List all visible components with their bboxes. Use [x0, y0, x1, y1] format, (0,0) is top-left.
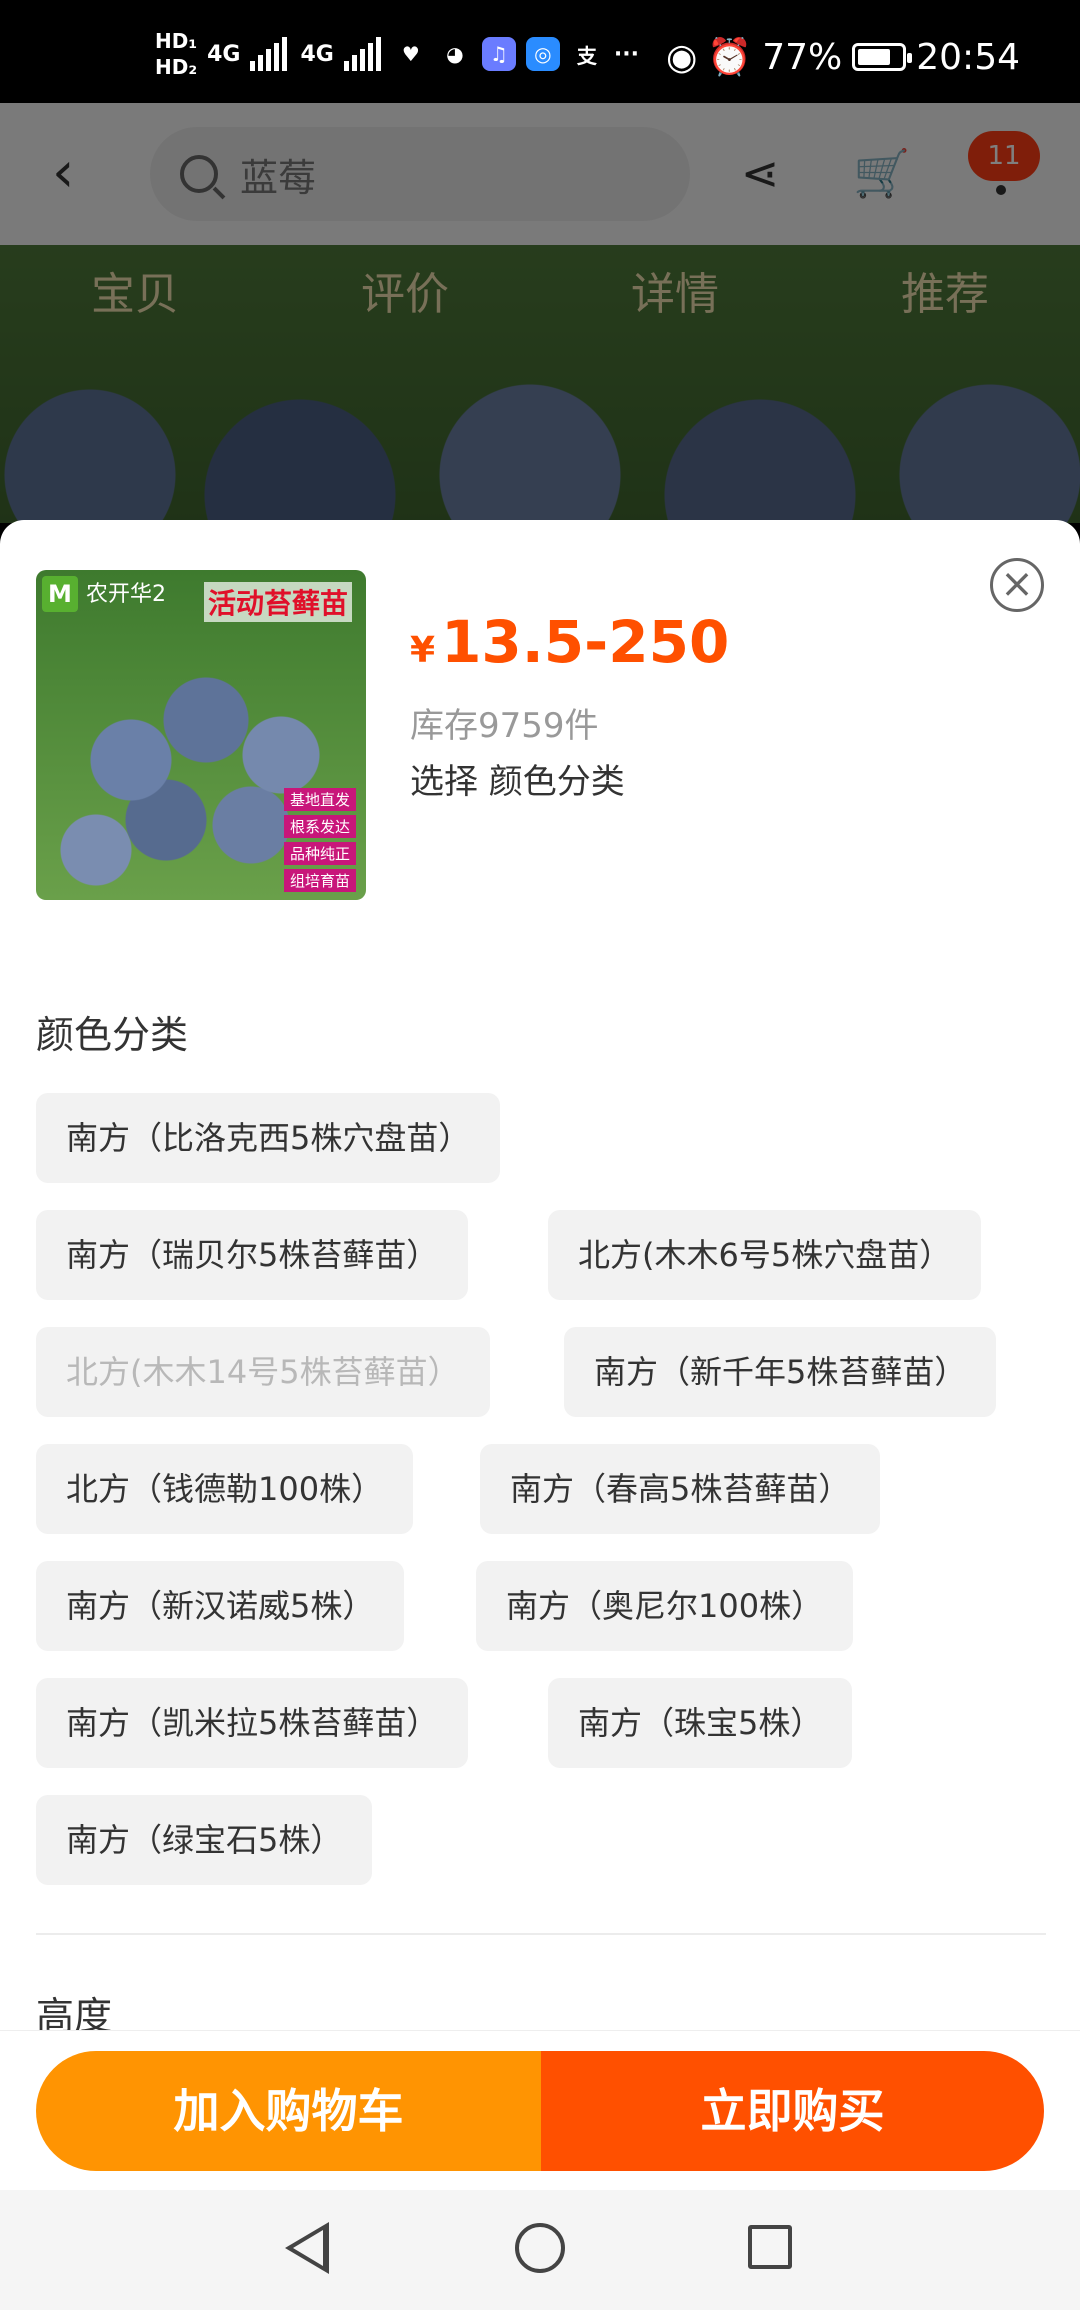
stock-count: 库存9759件 — [410, 706, 599, 746]
battery-percent: 77% — [762, 36, 843, 78]
buy-now-button[interactable]: 立即购买 — [541, 2051, 1044, 2171]
wechat-icon: ◕ — [446, 42, 464, 66]
hd2-label: HD₂ — [155, 55, 198, 79]
system-nav-bar — [0, 2190, 1080, 2310]
promo-label: 活动苔藓苗 — [203, 582, 352, 622]
color-option[interactable]: 南方（比洛克西5株穴盘苗） — [36, 1093, 501, 1183]
network-label-1: 4G — [207, 41, 241, 67]
feature-item: 组培育苗 — [283, 869, 356, 892]
nav-back-icon[interactable] — [285, 2222, 329, 2274]
signal-icon-2 — [343, 37, 384, 71]
network-label-2: 4G — [300, 41, 334, 67]
color-option[interactable]: 南方（奥尼尔100株） — [476, 1561, 854, 1651]
color-option[interactable]: 南方（凯米拉5株苔藓苗） — [36, 1678, 469, 1768]
alarm-icon: ⏰ — [707, 37, 753, 78]
color-option[interactable]: 南方（新汉诺威5株） — [36, 1561, 405, 1651]
color-option[interactable]: 北方（钱德勒100株） — [36, 1444, 414, 1534]
product-thumbnail[interactable]: M 农开华2 活动苔藓苗 基地直发 根系发达 品种纯正 组培育苗 — [36, 570, 366, 900]
brand-name: 农开华2 — [86, 582, 166, 607]
close-button[interactable]: × — [990, 558, 1044, 612]
feature-checklist: 基地直发 根系发达 品种纯正 组培育苗 — [283, 788, 356, 892]
color-option[interactable]: 南方（绿宝石5株） — [36, 1795, 373, 1885]
hd1-label: HD₁ — [155, 29, 198, 53]
status-bar: HD₁ HD₂ 4G 4G ♥ ◕ ♫ ◎ 支 ··· ◉ ⏰ 77% 20:5… — [0, 0, 1080, 103]
brand-logo: M — [42, 576, 78, 612]
status-left: HD₁ HD₂ 4G 4G ♥ ◕ ♫ ◎ 支 ··· — [155, 28, 639, 80]
eye-icon: ◉ — [665, 36, 698, 78]
color-section-title: 颜色分类 — [36, 1013, 189, 1057]
price: ¥13.5-250 — [410, 608, 729, 676]
color-option[interactable]: 南方（珠宝5株） — [548, 1678, 853, 1768]
currency-symbol: ¥ — [410, 630, 436, 671]
music-icon: ♫ — [481, 37, 516, 71]
price-value: 13.5-250 — [441, 608, 730, 676]
hd-indicator: HD₁ HD₂ — [155, 28, 197, 80]
feature-item: 基地直发 — [283, 788, 356, 811]
status-right: ◉ ⏰ 77% 20:54 — [665, 36, 1020, 79]
battery-icon — [852, 43, 913, 71]
feature-item: 品种纯正 — [283, 842, 356, 865]
overlay-dim[interactable] — [0, 103, 1080, 523]
selection-hint: 选择 颜色分类 — [410, 762, 625, 802]
nav-home-icon[interactable] — [515, 2223, 565, 2273]
color-option[interactable]: 北方(木木6号5株穴盘苗） — [548, 1210, 982, 1300]
alipay-icon: 支 — [576, 43, 597, 68]
action-bar: 加入购物车 立即购买 — [0, 2030, 1080, 2190]
clock: 20:54 — [916, 36, 1020, 78]
signal-icon — [250, 37, 290, 71]
battery-fill — [858, 49, 891, 65]
color-option[interactable]: 南方（瑞贝尔5株苔藓苗） — [36, 1210, 469, 1300]
color-option-disabled: 北方(木木14号5株苔藓苗） — [36, 1327, 490, 1417]
more-notifications: ··· — [613, 41, 639, 67]
color-option[interactable]: 南方（新千年5株苔藓苗） — [564, 1327, 997, 1417]
feature-item: 根系发达 — [283, 815, 356, 838]
sku-selection-sheet: M 农开华2 活动苔藓苗 基地直发 根系发达 品种纯正 组培育苗 × ¥13.5… — [0, 520, 1080, 2190]
health-icon: ♥ — [401, 42, 420, 66]
browser-icon: ◎ — [525, 37, 560, 71]
color-option[interactable]: 南方（春高5株苔藓苗） — [480, 1444, 881, 1534]
add-to-cart-button[interactable]: 加入购物车 — [36, 2051, 541, 2171]
section-divider — [36, 1933, 1046, 1935]
nav-recent-icon[interactable] — [748, 2225, 792, 2269]
